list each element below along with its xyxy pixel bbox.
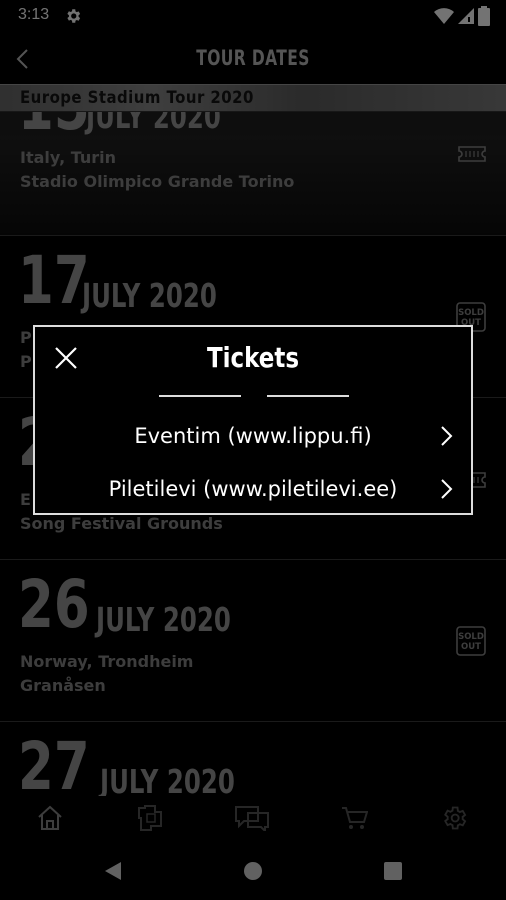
system-recents-button[interactable]: [380, 858, 406, 884]
system-back-button[interactable]: [100, 858, 126, 884]
app-header: TOUR DATES: [0, 32, 506, 84]
settings-status-icon: [67, 9, 81, 23]
battery-icon: [478, 6, 490, 26]
square-recents-icon: [384, 862, 402, 880]
status-indicators: [434, 6, 490, 26]
status-bar: 3:13: [0, 0, 506, 32]
ticket-option-label: Eventim (www.lippu.fi): [134, 424, 372, 448]
ticket-option-eventim[interactable]: Eventim (www.lippu.fi): [35, 412, 471, 460]
event-month: JULY 2020: [100, 762, 235, 796]
home-icon: [38, 805, 62, 830]
title-underline-left: [159, 395, 241, 397]
title-underline-right: [267, 395, 349, 397]
event-venue: P: [20, 352, 32, 371]
chat-icon: [235, 806, 269, 831]
nav-settings[interactable]: [434, 800, 474, 836]
back-button[interactable]: [8, 42, 38, 76]
chevron-right-icon: [441, 479, 453, 499]
triangle-back-icon: [105, 862, 121, 880]
dialog-title: Tickets: [206, 341, 300, 374]
event-day: 17: [18, 242, 90, 319]
event-day: 26: [18, 566, 90, 643]
event-venue: Stadio Olimpico Grande Torino: [20, 172, 295, 191]
system-navigation: [0, 840, 506, 900]
nav-shop[interactable]: [334, 800, 374, 836]
event-country: Italy, Turin: [20, 148, 117, 167]
tour-banner: Europe Stadium Tour 2020: [0, 84, 506, 112]
chevron-left-icon: [16, 49, 28, 69]
ticket-icon[interactable]: [458, 144, 486, 164]
svg-text:OUT: OUT: [461, 642, 481, 652]
cart-icon: [342, 807, 368, 829]
status-time: 3:13: [18, 6, 50, 23]
nav-home[interactable]: [30, 800, 70, 836]
page-title: TOUR DATES: [196, 46, 310, 70]
event-month: JULY 2020: [96, 600, 231, 639]
event-country: E: [20, 490, 31, 509]
event-row[interactable]: 15 JULY 2020 Italy, Turin Stadio Olimpic…: [0, 112, 506, 236]
settings-icon: [444, 806, 467, 830]
nav-band[interactable]: [131, 800, 171, 836]
svg-text:SOLD: SOLD: [458, 308, 484, 318]
tickets-dialog: Tickets Eventim (www.lippu.fi) Piletilev…: [33, 325, 473, 515]
event-month: JULY 2020: [86, 112, 221, 136]
svg-text:SOLD: SOLD: [458, 632, 484, 642]
event-row[interactable]: 26 JULY 2020 Norway, Trondheim Granåsen …: [0, 560, 506, 722]
ticket-option-piletilevi[interactable]: Piletilevi (www.piletilevi.ee): [35, 465, 471, 513]
event-venue: Granåsen: [20, 676, 106, 695]
ticket-option-label: Piletilevi (www.piletilevi.ee): [108, 477, 398, 501]
circle-home-icon: [244, 862, 262, 880]
event-day: 15: [18, 112, 90, 140]
sold-out-icon: SOLD OUT: [456, 626, 486, 656]
event-country: P: [20, 328, 32, 347]
bottom-navigation: [0, 796, 506, 840]
cell-signal-icon: [458, 8, 474, 24]
event-row[interactable]: 27 JULY 2020: [0, 722, 506, 797]
event-country: Norway, Trondheim: [20, 652, 194, 671]
system-home-button[interactable]: [240, 858, 266, 884]
wifi-icon: [434, 8, 454, 24]
band-logo-icon: [138, 805, 162, 831]
event-month: JULY 2020: [82, 276, 217, 315]
nav-messages[interactable]: [232, 800, 272, 836]
event-day: 27: [18, 728, 90, 797]
event-venue: Song Festival Grounds: [20, 514, 223, 533]
tour-banner-title: Europe Stadium Tour 2020: [20, 88, 254, 108]
chevron-right-icon: [441, 426, 453, 446]
